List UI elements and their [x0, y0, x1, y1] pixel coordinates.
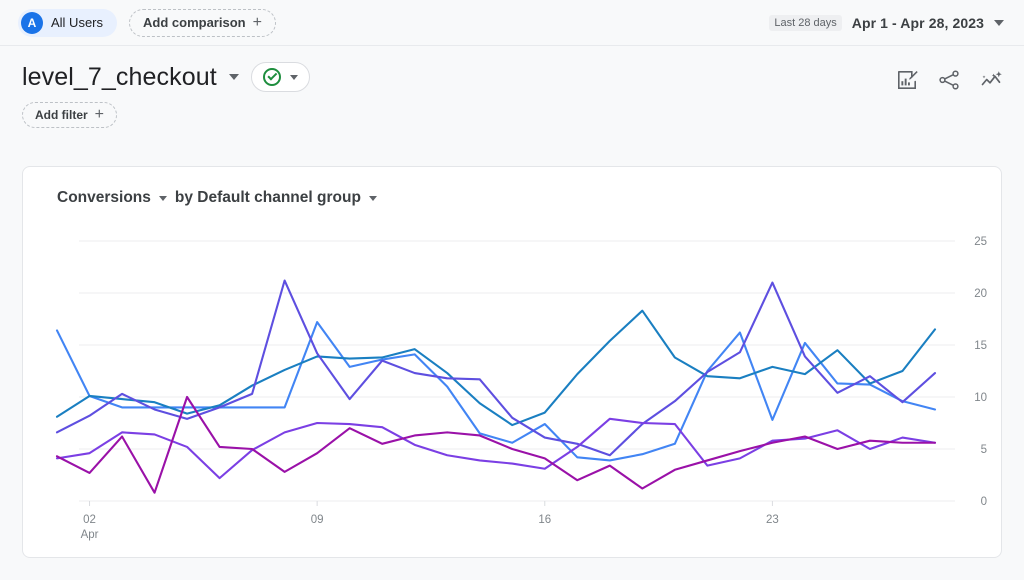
- y-axis-tick-label: 15: [974, 340, 987, 352]
- top-bar: A All Users Add comparison + Last 28 day…: [0, 0, 1024, 46]
- title-row: level_7_checkout: [22, 62, 310, 92]
- dimension-chevron-down-icon[interactable]: [368, 195, 377, 201]
- y-axis-tick-label: 20: [974, 288, 987, 300]
- y-axis-tick-label: 25: [974, 236, 987, 248]
- y-axis-tick-label: 5: [981, 444, 987, 456]
- page-title: level_7_checkout: [22, 62, 217, 91]
- status-chevron-down-icon[interactable]: [289, 74, 298, 80]
- insights-icon[interactable]: [979, 68, 1004, 92]
- plus-icon: +: [252, 13, 262, 31]
- add-comparison-button[interactable]: Add comparison +: [129, 8, 276, 37]
- date-range-text[interactable]: Apr 1 - Apr 28, 2023: [852, 15, 984, 31]
- status-badge[interactable]: [250, 62, 310, 92]
- date-range-area: Last 28 days Apr 1 - Apr 28, 2023: [769, 14, 1004, 31]
- dimension-selector[interactable]: by Default channel group: [175, 189, 377, 207]
- metric-chevron-down-icon[interactable]: [158, 195, 167, 201]
- y-axis-tick-label: 0: [981, 496, 987, 508]
- line-chart-svg[interactable]: 0 5 10 15 20 25 02 Apr 09 16 23: [23, 223, 1002, 558]
- series-line[interactable]: [55, 417, 937, 480]
- audience-label: All Users: [51, 15, 104, 30]
- x-axis-tick-label: 09: [311, 514, 324, 526]
- series-line[interactable]: [55, 279, 937, 457]
- x-axis-tick-label: 02: [83, 514, 96, 526]
- edit-chart-icon[interactable]: [895, 68, 919, 92]
- chevron-down-icon[interactable]: [994, 19, 1004, 26]
- series-line[interactable]: [55, 395, 937, 494]
- conversions-chart-card: Conversions by Default channel group 0 5 1…: [22, 166, 1002, 558]
- title-left-group: level_7_checkout Add filter +: [22, 62, 310, 128]
- title-actions: [895, 62, 1004, 92]
- add-filter-button[interactable]: Add filter +: [22, 102, 118, 128]
- chart-plot-area[interactable]: 0 5 10 15 20 25 02 Apr 09 16 23: [23, 223, 1002, 558]
- dimension-label: by Default channel group: [174, 189, 361, 206]
- metric-label: Conversions: [57, 189, 151, 206]
- add-comparison-label: Add comparison: [143, 15, 246, 30]
- share-icon[interactable]: [937, 68, 961, 92]
- plus-icon: +: [94, 106, 105, 123]
- x-axis-month-label: Apr: [81, 529, 99, 541]
- add-filter-label: Add filter: [35, 108, 88, 122]
- audience-selector-all-users[interactable]: A All Users: [18, 8, 118, 37]
- page-title-chevron-down-icon[interactable]: [228, 74, 239, 80]
- check-circle-icon: [262, 68, 281, 86]
- x-axis-tick-label: 23: [766, 514, 779, 526]
- chart-header: Conversions by Default channel group: [23, 167, 1001, 207]
- title-bar: level_7_checkout Add filter +: [0, 46, 1024, 128]
- metric-selector[interactable]: Conversions: [57, 189, 167, 207]
- x-axis-tick-label: 16: [538, 514, 551, 526]
- y-axis-tick-label: 10: [974, 392, 987, 404]
- date-range-chip: Last 28 days: [769, 14, 842, 31]
- avatar: A: [21, 11, 43, 34]
